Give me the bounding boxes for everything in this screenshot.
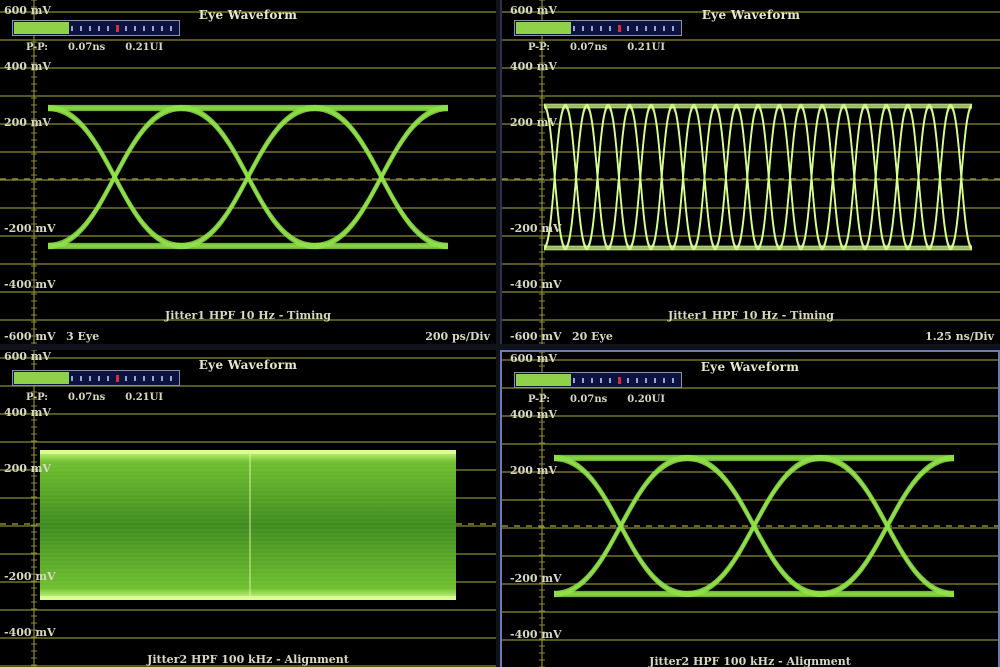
meter-fill	[516, 374, 571, 386]
eye-panel-bottom-left[interactable]: Eye Waveform P-P: 0.07ns 0.21UI 600 mV 400…	[0, 350, 496, 667]
jitter-meter	[514, 20, 682, 36]
y-label-200: 200 mV	[510, 464, 557, 477]
pp-label: P-P:	[26, 392, 48, 403]
eye-transition	[181, 108, 315, 250]
meter-ticks	[573, 26, 677, 31]
peak-to-peak-readout: P-P: 0.07ns 0.21UI	[26, 392, 183, 403]
pp-time: 0.07ns	[569, 394, 608, 405]
eye-panel-bottom-right[interactable]: Eye Waveform P-P: 0.07ns 0.20UI 600 mV 400…	[500, 350, 1000, 667]
peak-to-peak-readout: P-P: 0.07ns 0.21UI	[26, 42, 183, 53]
eye-transition	[564, 106, 588, 251]
y-label-200: 200 mV	[4, 116, 51, 129]
eye-transition	[607, 106, 631, 251]
y-label-400: 400 mV	[510, 60, 557, 73]
jitter-meter	[514, 372, 682, 388]
eye-transition	[821, 106, 845, 251]
y-label-400: 400 mV	[510, 408, 557, 421]
meter-fill	[14, 22, 69, 34]
y-label-neg600: -600 mV	[4, 330, 56, 343]
y-label-neg400: -400 mV	[4, 278, 56, 291]
eye-transition	[693, 106, 716, 251]
meter-marker	[115, 375, 119, 382]
meter-ticks	[71, 376, 175, 381]
y-label-neg200: -200 mV	[4, 222, 56, 235]
y-label-600: 600 mV	[510, 4, 557, 17]
y-label-200: 200 mV	[4, 462, 51, 475]
pp-ui: 0.21UI	[125, 42, 164, 53]
meter-ticks	[71, 26, 175, 31]
eye-transition	[885, 106, 909, 251]
jitter-mode-label: Jitter2 HPF 100 kHz - Alignment	[147, 653, 349, 666]
y-label-neg400: -400 mV	[510, 628, 562, 641]
eye-transition	[314, 108, 449, 250]
eye-transition	[949, 106, 973, 251]
y-label-neg200: -200 mV	[510, 222, 562, 235]
y-label-neg200: -200 mV	[4, 570, 56, 583]
eye-transition	[628, 106, 652, 251]
jitter-mode-label: Jitter1 HPF 10 Hz - Timing	[668, 309, 834, 322]
eye-transition	[735, 106, 759, 251]
eye-transition	[842, 106, 866, 251]
peak-to-peak-readout: P-P: 0.07ns 0.20UI	[528, 394, 685, 405]
jitter-mode-label: Jitter1 HPF 10 Hz - Timing	[165, 309, 331, 322]
y-label-neg400: -400 mV	[4, 626, 56, 639]
eye-transition	[757, 106, 781, 251]
meter-fill	[516, 22, 571, 34]
eye-transition	[47, 108, 182, 250]
pp-time: 0.07ns	[67, 392, 106, 403]
y-label-600: 600 mV	[4, 4, 51, 17]
pp-label: P-P:	[528, 42, 550, 53]
pp-ui: 0.20UI	[627, 394, 666, 405]
eye-transition	[820, 458, 955, 598]
eye-transition	[553, 458, 688, 598]
meter-marker	[617, 377, 621, 384]
y-label-600: 600 mV	[510, 352, 557, 365]
y-label-400: 400 mV	[4, 60, 51, 73]
eye-transition	[650, 106, 674, 251]
y-label-400: 400 mV	[4, 406, 51, 419]
eye-transition	[907, 106, 930, 251]
eye-transition	[687, 458, 821, 598]
eye-transition	[671, 106, 695, 251]
jitter-band	[40, 450, 456, 600]
jitter-meter	[12, 370, 180, 386]
pp-time: 0.07ns	[569, 42, 608, 53]
eye-transition	[928, 106, 952, 251]
y-label-neg400: -400 mV	[510, 278, 562, 291]
eye-count-label: 20 Eye	[572, 330, 613, 343]
eye-transition	[586, 106, 609, 251]
peak-to-peak-readout: P-P: 0.07ns 0.21UI	[528, 42, 685, 53]
pp-time: 0.07ns	[67, 42, 106, 53]
jitter-mode-label: Jitter2 HPF 100 kHz - Alignment	[649, 655, 851, 667]
meter-marker	[115, 25, 119, 32]
pp-label: P-P:	[26, 42, 48, 53]
y-label-600: 600 mV	[4, 350, 51, 363]
eye-count-label: 3 Eye	[66, 330, 100, 343]
meter-ticks	[573, 378, 677, 383]
y-label-neg200: -200 mV	[510, 572, 562, 585]
eye-panel-top-left[interactable]: Eye Waveform P-P: 0.07ns 0.21UI 600 mV 400…	[0, 0, 496, 344]
eye-panel-top-right[interactable]: Eye Waveform P-P: 0.07ns 0.21UI 600 mV 400…	[500, 0, 1000, 344]
time-per-div-label: 200 ps/Div	[425, 330, 490, 343]
eye-transition	[778, 106, 802, 251]
pp-label: P-P:	[528, 394, 550, 405]
eye-transition	[714, 106, 738, 251]
y-label-neg600: -600 mV	[510, 330, 562, 343]
pp-ui: 0.21UI	[627, 42, 666, 53]
meter-fill	[14, 372, 69, 384]
pp-ui: 0.21UI	[125, 392, 164, 403]
time-per-div-label: 1.25 ns/Div	[925, 330, 994, 343]
eye-transition	[864, 106, 888, 251]
eye-transition	[800, 106, 823, 251]
y-label-200: 200 mV	[510, 116, 557, 129]
jitter-meter	[12, 20, 180, 36]
meter-marker	[617, 25, 621, 32]
